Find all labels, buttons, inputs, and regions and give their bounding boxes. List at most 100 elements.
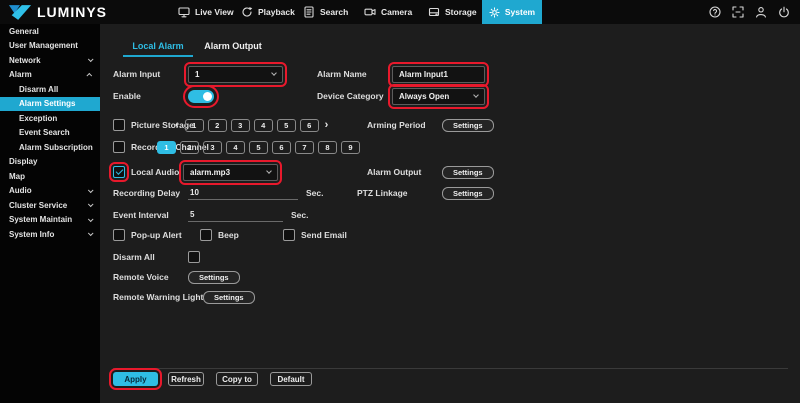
- alarm-input-select[interactable]: 1: [188, 66, 283, 83]
- help-icon[interactable]: [709, 6, 721, 18]
- alarm-input-label: Alarm Input: [113, 69, 188, 79]
- sidebar-item-label: Disarm All: [19, 85, 58, 94]
- enable-toggle[interactable]: [188, 90, 214, 103]
- disarm-all-label: Disarm All: [113, 252, 188, 262]
- event-interval-value: 5: [190, 210, 194, 219]
- local-audio-value: alarm.mp3: [190, 168, 230, 177]
- tab-alarm-output[interactable]: Alarm Output: [203, 36, 263, 55]
- power-icon[interactable]: [778, 6, 790, 18]
- prev-page-icon[interactable]: ‹: [175, 120, 179, 131]
- channel-button[interactable]: 1: [185, 119, 204, 132]
- nav-label: Camera: [381, 7, 412, 17]
- sidebar-item-alarm-settings[interactable]: Alarm Settings: [0, 97, 100, 112]
- channel-button[interactable]: 9: [341, 141, 360, 154]
- channel-button[interactable]: 4: [254, 119, 273, 132]
- sidebar-item-system-info[interactable]: System Info: [0, 227, 100, 242]
- local-audio-row: Local Audio alarm.mp3: [113, 163, 278, 181]
- nav-search[interactable]: Search: [303, 0, 348, 24]
- alarm-output-settings-button[interactable]: Settings: [442, 166, 494, 179]
- apply-button[interactable]: Apply: [113, 372, 158, 386]
- sidebar-item-alarm-subscription[interactable]: Alarm Subscription: [0, 140, 100, 155]
- recording-channel-label: Recording Channel: [131, 142, 153, 152]
- channel-button[interactable]: 5: [277, 119, 296, 132]
- channel-button[interactable]: 2: [180, 141, 199, 154]
- sidebar-item-general[interactable]: General: [0, 24, 100, 39]
- send-email-option: Send Email: [283, 226, 347, 244]
- beep-label: Beep: [218, 230, 239, 240]
- channel-button[interactable]: 4: [226, 141, 245, 154]
- alarm-output-row: Alarm Output Settings: [367, 163, 494, 181]
- sidebar-item-event-search[interactable]: Event Search: [0, 126, 100, 141]
- alarm-name-value: Alarm Input1: [399, 70, 448, 79]
- nav-camera[interactable]: Camera: [364, 0, 412, 24]
- channel-button[interactable]: 3: [231, 119, 250, 132]
- local-audio-select[interactable]: alarm.mp3: [183, 164, 278, 181]
- nav-storage[interactable]: Storage: [428, 0, 477, 24]
- device-category-select[interactable]: Always Open: [392, 88, 485, 105]
- nav-system[interactable]: System: [482, 0, 542, 24]
- channel-button[interactable]: 8: [318, 141, 337, 154]
- fullscreen-icon[interactable]: [732, 6, 744, 18]
- remote-warning-light-settings-button[interactable]: Settings: [203, 291, 255, 304]
- nav-playback[interactable]: Playback: [241, 0, 295, 24]
- device-category-value: Always Open: [399, 92, 449, 101]
- remote-voice-settings-button[interactable]: Settings: [188, 271, 240, 284]
- send-email-checkbox[interactable]: [283, 229, 295, 241]
- popup-alert-label: Pop-up Alert: [131, 230, 182, 240]
- refresh-button[interactable]: Refresh: [168, 372, 204, 386]
- sidebar-item-cluster-service[interactable]: Cluster Service: [0, 198, 100, 213]
- recording-channel-checkbox[interactable]: [113, 141, 125, 153]
- luminys-logo-icon: [8, 4, 32, 21]
- channel-button[interactable]: 3: [203, 141, 222, 154]
- sidebar-item-disarm-all[interactable]: Disarm All: [0, 82, 100, 97]
- channel-button-selected[interactable]: 1: [157, 141, 176, 154]
- local-audio-checkbox[interactable]: [113, 166, 125, 178]
- sidebar-item-system-maintain[interactable]: System Maintain: [0, 213, 100, 228]
- search-doc-icon: [303, 6, 315, 18]
- alarm-name-input[interactable]: Alarm Input1: [392, 66, 485, 83]
- nav-label: Search: [320, 7, 348, 17]
- sidebar-item-map[interactable]: Map: [0, 169, 100, 184]
- sidebar-item-label: Event Search: [19, 128, 70, 137]
- monitor-icon: [178, 6, 190, 18]
- channel-button[interactable]: 6: [272, 141, 291, 154]
- event-interval-input[interactable]: 5: [188, 208, 283, 222]
- event-interval-row: Event Interval 5 Sec.: [113, 206, 309, 224]
- sidebar-item-exception[interactable]: Exception: [0, 111, 100, 126]
- user-icon[interactable]: [755, 6, 767, 18]
- nav-label: Playback: [258, 7, 295, 17]
- channel-button[interactable]: 7: [295, 141, 314, 154]
- disarm-all-checkbox[interactable]: [188, 251, 200, 263]
- alarm-name-label: Alarm Name: [317, 69, 392, 79]
- picture-storage-checkbox[interactable]: [113, 119, 125, 131]
- arming-period-settings-button[interactable]: Settings: [442, 119, 494, 132]
- channel-button[interactable]: 5: [249, 141, 268, 154]
- sidebar-item-audio[interactable]: Audio: [0, 184, 100, 199]
- popup-alert-checkbox[interactable]: [113, 229, 125, 241]
- next-page-icon[interactable]: ›: [325, 120, 329, 131]
- sidebar-item-display[interactable]: Display: [0, 155, 100, 170]
- device-category-row: Device Category Always Open: [317, 87, 485, 105]
- channel-button[interactable]: 2: [208, 119, 227, 132]
- arming-period-row: Arming Period Settings: [367, 116, 494, 134]
- beep-checkbox[interactable]: [200, 229, 212, 241]
- tab-local-alarm[interactable]: Local Alarm: [123, 36, 193, 55]
- sidebar-item-label: Display: [9, 157, 37, 166]
- remote-voice-label: Remote Voice: [113, 272, 188, 282]
- tab-label: Alarm Output: [204, 41, 262, 51]
- sidebar-item-alarm[interactable]: Alarm: [0, 68, 100, 83]
- chevron-down-icon: [271, 70, 277, 76]
- footer-divider: [113, 368, 788, 369]
- recording-delay-input[interactable]: 10: [188, 186, 298, 200]
- ptz-linkage-settings-button[interactable]: Settings: [442, 187, 494, 200]
- enable-row: Enable: [113, 87, 214, 105]
- copy-to-button[interactable]: Copy to: [216, 372, 258, 386]
- nav-live-view[interactable]: Live View: [178, 0, 234, 24]
- channel-button[interactable]: 6: [300, 119, 319, 132]
- local-audio-label: Local Audio: [131, 167, 183, 177]
- sidebar-item-network[interactable]: Network: [0, 53, 100, 68]
- remote-warning-light-label: Remote Warning Light: [113, 292, 203, 302]
- default-button[interactable]: Default: [270, 372, 312, 386]
- enable-label: Enable: [113, 91, 188, 101]
- sidebar-item-user-management[interactable]: User Management: [0, 39, 100, 54]
